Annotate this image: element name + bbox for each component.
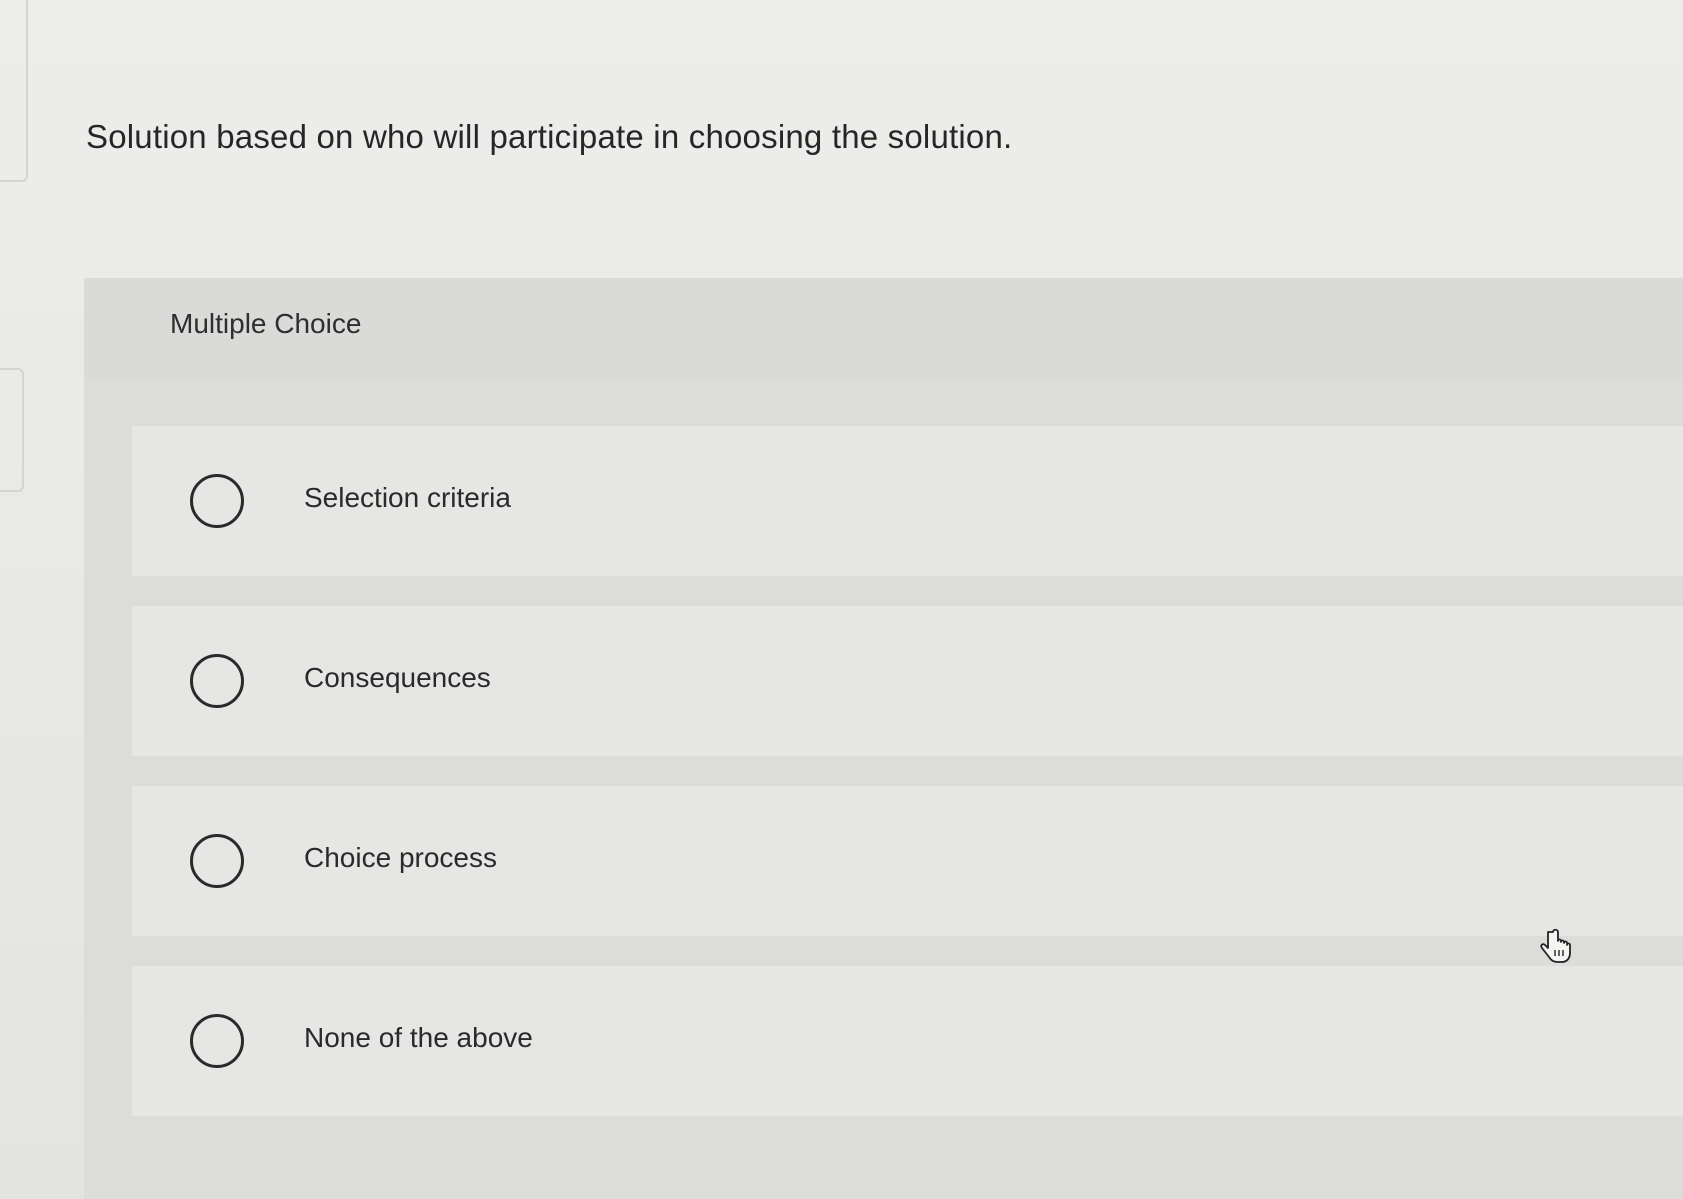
radio-unselected-icon[interactable] bbox=[190, 474, 244, 528]
radio-unselected-icon[interactable] bbox=[190, 654, 244, 708]
multiple-choice-header: Multiple Choice bbox=[84, 278, 1683, 378]
option-none-of-the-above[interactable]: None of the above bbox=[132, 966, 1683, 1116]
radio-unselected-icon[interactable] bbox=[190, 834, 244, 888]
question-text: Solution based on who will participate i… bbox=[86, 118, 1013, 155]
option-choice-process[interactable]: Choice process bbox=[132, 786, 1683, 936]
sidebar-tab bbox=[0, 368, 24, 492]
option-label: Consequences bbox=[304, 662, 491, 693]
multiple-choice-label: Multiple Choice bbox=[170, 308, 362, 339]
option-label: Choice process bbox=[304, 842, 497, 873]
hand-pointer-icon bbox=[1540, 928, 1571, 963]
multiple-choice-panel: Multiple Choice Selection criteria Conse… bbox=[84, 278, 1683, 1199]
quiz-page: Solution based on who will participate i… bbox=[0, 0, 1683, 1199]
sidebar-edge bbox=[0, 0, 28, 182]
option-label: None of the above bbox=[304, 1022, 533, 1053]
option-consequences[interactable]: Consequences bbox=[132, 606, 1683, 756]
option-selection-criteria[interactable]: Selection criteria bbox=[132, 426, 1683, 576]
radio-unselected-icon[interactable] bbox=[190, 1014, 244, 1068]
option-label: Selection criteria bbox=[304, 482, 511, 513]
